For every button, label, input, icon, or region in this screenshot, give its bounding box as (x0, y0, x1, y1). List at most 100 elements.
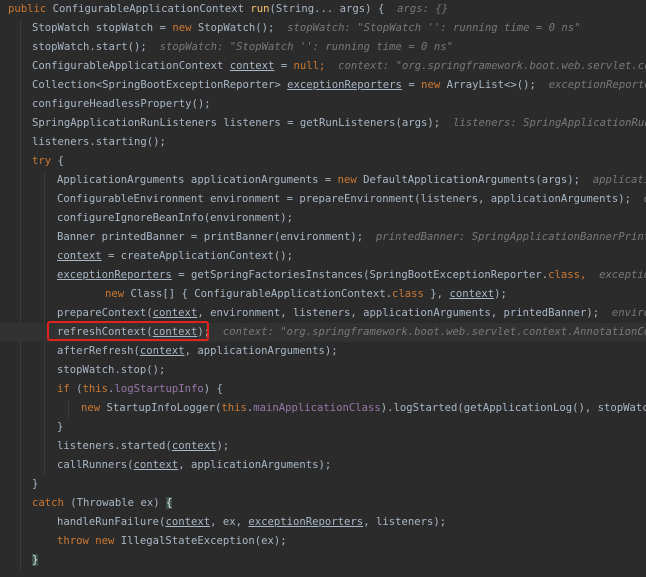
code-token: SpringApplicationRunListeners listeners … (32, 117, 453, 129)
code-token: ; (319, 60, 339, 72)
code-token: handleRunFailure( (57, 516, 166, 528)
code-token: = createApplicationContext(); (101, 250, 293, 262)
code-token: ConfigurableApplicationContext (52, 3, 251, 15)
code-line[interactable]: ConfigurableEnvironment environment = pr… (0, 190, 646, 209)
code-line[interactable]: Collection<SpringBootExceptionReporter> … (0, 76, 646, 95)
code-line[interactable]: catch (Throwable ex) { (0, 494, 646, 513)
inline-debug-hint: environment (611, 307, 646, 319)
code-line[interactable]: } (0, 475, 646, 494)
code-editor[interactable]: public ConfigurableApplicationContext ru… (0, 0, 646, 577)
code-token: throw new (57, 535, 121, 547)
code-token: ); (494, 288, 507, 300)
code-line[interactable]: SpringApplicationRunListeners listeners … (0, 114, 646, 133)
code-line[interactable]: ApplicationArguments applicationArgument… (0, 171, 646, 190)
code-token: , applicationArguments); (184, 345, 338, 357)
code-token: exceptionReporters (287, 79, 402, 91)
code-line[interactable]: try { (0, 152, 646, 171)
code-line[interactable]: } (0, 551, 646, 570)
code-line[interactable]: new Class[] { ConfigurableApplicationCon… (0, 285, 646, 304)
code-token: ).logStarted(getApplicationLog(), stopWa… (380, 402, 646, 414)
code-token: context (133, 459, 179, 471)
code-token: } (32, 554, 39, 566)
code-token: = (274, 60, 294, 72)
code-token: logStartupInfo (114, 383, 204, 395)
code-token: ArrayList<>(); (446, 79, 549, 91)
code-token: catch (32, 497, 71, 509)
code-token: callRunners( (57, 459, 134, 471)
code-token: context (139, 345, 185, 357)
code-token: Class[] { ConfigurableApplicationContext… (130, 288, 393, 300)
code-line[interactable]: context = createApplicationContext(); (0, 247, 646, 266)
code-token: } (57, 421, 64, 433)
code-token: new (337, 174, 364, 186)
code-token: public (8, 3, 53, 15)
code-line[interactable]: public ConfigurableApplicationContext ru… (0, 0, 646, 19)
code-token: ApplicationArguments applicationArgument… (57, 174, 338, 186)
code-token: configureIgnoreBeanInfo(environment); (57, 212, 293, 224)
code-token: { (165, 497, 173, 509)
code-token: = getSpringFactoriesInstances(SpringBoot… (171, 269, 549, 281)
code-line[interactable]: new StartupInfoLogger(this.mainApplicati… (0, 399, 646, 418)
code-line[interactable]: configureHeadlessProperty(); (0, 95, 646, 114)
code-token: prepareContext( (57, 307, 153, 319)
code-token: DefaultApplicationArguments(args); (363, 174, 593, 186)
code-token: run (250, 3, 270, 15)
inline-debug-hint: args: {} (397, 3, 449, 15)
code-token: ConfigurableEnvironment environment = pr… (57, 193, 644, 205)
code-token: IllegalStateException(ex); (120, 535, 287, 547)
code-token: }, (430, 288, 450, 300)
code-token: , ex, (210, 516, 249, 528)
code-token: context (171, 440, 217, 452)
code-token: Collection<SpringBootExceptionReporter> (32, 79, 288, 91)
code-token: new (105, 288, 131, 300)
code-token: class (548, 269, 581, 281)
inline-debug-hint: listeners: SpringApplicationRunListeners (452, 117, 646, 129)
code-token: , (580, 269, 600, 281)
inline-debug-hint: printedBanner: SpringApplicationBannerPr… (375, 231, 646, 243)
inline-debug-hint: applicationArg (592, 174, 646, 186)
code-token: ) { (203, 383, 223, 395)
code-token: } (32, 478, 39, 490)
code-line[interactable]: exceptionReporters = getSpringFactoriesI… (0, 266, 646, 285)
code-line[interactable]: configureIgnoreBeanInfo(environment); (0, 209, 646, 228)
code-token: exceptionReporters (248, 516, 364, 528)
code-token: StopWatch(); (197, 22, 288, 34)
code-token: , environment, listeners, applicationArg… (197, 307, 612, 319)
code-token: if (57, 383, 77, 395)
inline-debug-hint: stopWatch: "StopWatch '': running time =… (159, 41, 453, 53)
code-token: ConfigurableApplicationContext (32, 60, 230, 72)
refresh-context-highlight-box (47, 321, 209, 341)
code-token: try (32, 155, 58, 167)
code-token: configureHeadlessProperty(); (32, 98, 211, 110)
code-token: StartupInfoLogger( (106, 402, 222, 414)
code-line[interactable]: stopWatch.start(); stopWatch: "StopWatch… (0, 38, 646, 57)
code-token: ); (216, 440, 230, 452)
code-token: context (165, 516, 211, 528)
inline-debug-hint: exceptionReporters: (548, 79, 646, 91)
code-token: (String... args) { (269, 3, 398, 15)
code-line[interactable]: ConfigurableApplicationContext context =… (0, 57, 646, 76)
code-line[interactable]: stopWatch.stop(); (0, 361, 646, 380)
code-line[interactable]: Banner printedBanner = printBanner(envir… (0, 228, 646, 247)
code-line[interactable]: listeners.starting(); (0, 133, 646, 152)
code-token: stopWatch.start(); (32, 41, 160, 53)
code-line[interactable]: throw new IllegalStateException(ex); (0, 532, 646, 551)
code-line[interactable]: StopWatch stopWatch = new StopWatch(); s… (0, 19, 646, 38)
code-token: afterRefresh( (57, 345, 140, 357)
code-token: null (293, 60, 320, 72)
code-token: stopWatch.stop(); (57, 364, 166, 376)
code-token: , applicationArguments); (178, 459, 332, 471)
code-line[interactable]: callRunners(context, applicationArgument… (0, 456, 646, 475)
code-line[interactable]: afterRefresh(context, applicationArgumen… (0, 342, 646, 361)
inline-debug-hint: stopWatch: "StopWatch '': running time =… (287, 22, 581, 34)
code-token: class (392, 288, 431, 300)
code-token: new (172, 22, 198, 34)
code-token: , listeners); (363, 516, 447, 528)
code-line[interactable]: handleRunFailure(context, ex, exceptionR… (0, 513, 646, 532)
code-token: context (152, 307, 198, 319)
code-line[interactable]: if (this.logStartupInfo) { (0, 380, 646, 399)
code-token: listeners.started( (57, 440, 172, 452)
inline-debug-hint: exceptionRepor (599, 269, 646, 281)
code-line[interactable]: } (0, 418, 646, 437)
code-line[interactable]: listeners.started(context); (0, 437, 646, 456)
